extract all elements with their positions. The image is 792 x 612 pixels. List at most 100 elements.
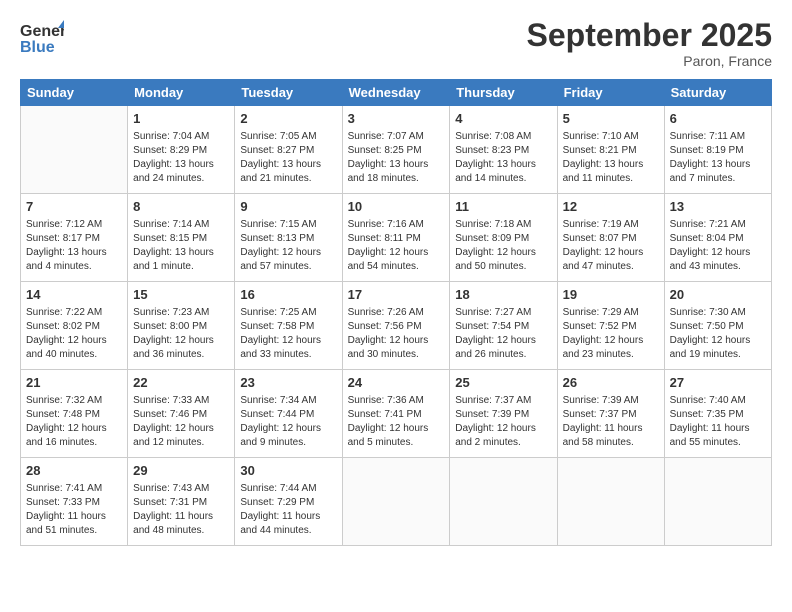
day-number: 27: [670, 374, 766, 392]
calendar-cell: 28 Sunrise: 7:41 AMSunset: 7:33 PMDayligh…: [21, 458, 128, 546]
calendar-cell: 15 Sunrise: 7:23 AMSunset: 8:00 PMDayligh…: [128, 282, 235, 370]
calendar-week-3: 14 Sunrise: 7:22 AMSunset: 8:02 PMDayligh…: [21, 282, 772, 370]
calendar-cell: 21 Sunrise: 7:32 AMSunset: 7:48 PMDayligh…: [21, 370, 128, 458]
day-number: 11: [455, 198, 551, 216]
header-tuesday: Tuesday: [235, 80, 342, 106]
day-number: 24: [348, 374, 445, 392]
day-number: 6: [670, 110, 766, 128]
day-info: Sunrise: 7:27 AMSunset: 7:54 PMDaylight:…: [455, 306, 551, 362]
month-title: September 2025: [527, 18, 772, 53]
calendar-cell: 6 Sunrise: 7:11 AMSunset: 8:19 PMDaylight…: [664, 106, 771, 194]
day-number: 7: [26, 198, 122, 216]
day-number: 23: [240, 374, 336, 392]
day-info: Sunrise: 7:41 AMSunset: 7:33 PMDaylight:…: [26, 482, 122, 538]
day-info: Sunrise: 7:04 AMSunset: 8:29 PMDaylight:…: [133, 130, 229, 186]
calendar-cell: 19 Sunrise: 7:29 AMSunset: 7:52 PMDayligh…: [557, 282, 664, 370]
calendar-week-2: 7 Sunrise: 7:12 AMSunset: 8:17 PMDaylight…: [21, 194, 772, 282]
day-number: 13: [670, 198, 766, 216]
header-monday: Monday: [128, 80, 235, 106]
calendar-cell: 20 Sunrise: 7:30 AMSunset: 7:50 PMDayligh…: [664, 282, 771, 370]
day-info: Sunrise: 7:25 AMSunset: 7:58 PMDaylight:…: [240, 306, 336, 362]
day-info: Sunrise: 7:19 AMSunset: 8:07 PMDaylight:…: [563, 218, 659, 274]
day-number: 17: [348, 286, 445, 304]
calendar-cell: 16Sunrise: 7:25 AMSunset: 7:58 PMDayligh…: [235, 282, 342, 370]
day-number: 12: [563, 198, 659, 216]
day-info: Sunrise: 7:37 AMSunset: 7:39 PMDaylight:…: [455, 394, 551, 450]
header: General Blue September 2025 Paron, Franc…: [20, 18, 772, 69]
day-info: Sunrise: 7:30 AMSunset: 7:50 PMDaylight:…: [670, 306, 766, 362]
calendar-table: Sunday Monday Tuesday Wednesday Thursday…: [20, 79, 772, 546]
weekday-header-row: Sunday Monday Tuesday Wednesday Thursday…: [21, 80, 772, 106]
day-info: Sunrise: 7:11 AMSunset: 8:19 PMDaylight:…: [670, 130, 766, 186]
calendar-cell: [557, 458, 664, 546]
calendar-cell: 1 Sunrise: 7:04 AMSunset: 8:29 PMDaylight…: [128, 106, 235, 194]
calendar-week-4: 21 Sunrise: 7:32 AMSunset: 7:48 PMDayligh…: [21, 370, 772, 458]
day-number: 2: [240, 110, 336, 128]
calendar-cell: 18 Sunrise: 7:27 AMSunset: 7:54 PMDayligh…: [450, 282, 557, 370]
day-info: Sunrise: 7:39 AMSunset: 7:37 PMDaylight:…: [563, 394, 659, 450]
day-info: Sunrise: 7:21 AMSunset: 8:04 PMDaylight:…: [670, 218, 766, 274]
day-info: Sunrise: 7:10 AMSunset: 8:21 PMDaylight:…: [563, 130, 659, 186]
day-number: 8: [133, 198, 229, 216]
calendar-cell: 5 Sunrise: 7:10 AMSunset: 8:21 PMDaylight…: [557, 106, 664, 194]
day-info: Sunrise: 7:08 AMSunset: 8:23 PMDaylight:…: [455, 130, 551, 186]
day-number: 28: [26, 462, 122, 480]
calendar-week-1: 1 Sunrise: 7:04 AMSunset: 8:29 PMDaylight…: [21, 106, 772, 194]
calendar-cell: 2 Sunrise: 7:05 AMSunset: 8:27 PMDaylight…: [235, 106, 342, 194]
day-info: Sunrise: 7:34 AMSunset: 7:44 PMDaylight:…: [240, 394, 336, 450]
day-info: Sunrise: 7:29 AMSunset: 7:52 PMDaylight:…: [563, 306, 659, 362]
day-number: 4: [455, 110, 551, 128]
day-number: 20: [670, 286, 766, 304]
day-info: Sunrise: 7:23 AMSunset: 8:00 PMDaylight:…: [133, 306, 229, 362]
header-thursday: Thursday: [450, 80, 557, 106]
day-number: 14: [26, 286, 122, 304]
day-number: 18: [455, 286, 551, 304]
calendar-cell: 3 Sunrise: 7:07 AMSunset: 8:25 PMDaylight…: [342, 106, 450, 194]
day-info: Sunrise: 7:40 AMSunset: 7:35 PMDaylight:…: [670, 394, 766, 450]
day-info: Sunrise: 7:36 AMSunset: 7:41 PMDaylight:…: [348, 394, 445, 450]
day-info: Sunrise: 7:22 AMSunset: 8:02 PMDaylight:…: [26, 306, 122, 362]
calendar-cell: [450, 458, 557, 546]
logo: General Blue: [20, 18, 64, 56]
day-number: 10: [348, 198, 445, 216]
svg-text:General: General: [20, 23, 64, 40]
day-info: Sunrise: 7:44 AMSunset: 7:29 PMDaylight:…: [240, 482, 336, 538]
day-info: Sunrise: 7:16 AMSunset: 8:11 PMDaylight:…: [348, 218, 445, 274]
day-number: 30: [240, 462, 336, 480]
header-wednesday: Wednesday: [342, 80, 450, 106]
day-info: Sunrise: 7:07 AMSunset: 8:25 PMDaylight:…: [348, 130, 445, 186]
header-friday: Friday: [557, 80, 664, 106]
day-number: 19: [563, 286, 659, 304]
calendar-cell: 14 Sunrise: 7:22 AMSunset: 8:02 PMDayligh…: [21, 282, 128, 370]
calendar-cell: 8Sunrise: 7:14 AMSunset: 8:15 PMDaylight…: [128, 194, 235, 282]
day-number: 1: [133, 110, 229, 128]
calendar-cell: 10 Sunrise: 7:16 AMSunset: 8:11 PMDayligh…: [342, 194, 450, 282]
calendar-cell: 12 Sunrise: 7:19 AMSunset: 8:07 PMDayligh…: [557, 194, 664, 282]
location: Paron, France: [527, 53, 772, 69]
day-info: Sunrise: 7:05 AMSunset: 8:27 PMDaylight:…: [240, 130, 336, 186]
day-number: 5: [563, 110, 659, 128]
calendar-cell: 7 Sunrise: 7:12 AMSunset: 8:17 PMDaylight…: [21, 194, 128, 282]
calendar-cell: 24 Sunrise: 7:36 AMSunset: 7:41 PMDayligh…: [342, 370, 450, 458]
day-number: 9: [240, 198, 336, 216]
calendar-week-5: 28 Sunrise: 7:41 AMSunset: 7:33 PMDayligh…: [21, 458, 772, 546]
day-number: 3: [348, 110, 445, 128]
day-number: 15: [133, 286, 229, 304]
header-sunday: Sunday: [21, 80, 128, 106]
day-info: Sunrise: 7:12 AMSunset: 8:17 PMDaylight:…: [26, 218, 122, 274]
calendar-cell: 4 Sunrise: 7:08 AMSunset: 8:23 PMDaylight…: [450, 106, 557, 194]
day-info: Sunrise: 7:32 AMSunset: 7:48 PMDaylight:…: [26, 394, 122, 450]
calendar-cell: 22Sunrise: 7:33 AMSunset: 7:46 PMDayligh…: [128, 370, 235, 458]
calendar-cell: 11Sunrise: 7:18 AMSunset: 8:09 PMDayligh…: [450, 194, 557, 282]
logo-svg: General Blue: [20, 18, 64, 56]
calendar-cell: 25Sunrise: 7:37 AMSunset: 7:39 PMDayligh…: [450, 370, 557, 458]
calendar-cell: 30 Sunrise: 7:44 AMSunset: 7:29 PMDayligh…: [235, 458, 342, 546]
day-number: 21: [26, 374, 122, 392]
calendar-cell: [664, 458, 771, 546]
calendar-cell: [342, 458, 450, 546]
page: General Blue September 2025 Paron, Franc…: [0, 0, 792, 612]
svg-text:Blue: Blue: [20, 39, 55, 56]
calendar-cell: 27 Sunrise: 7:40 AMSunset: 7:35 PMDayligh…: [664, 370, 771, 458]
calendar-cell: 23 Sunrise: 7:34 AMSunset: 7:44 PMDayligh…: [235, 370, 342, 458]
title-area: September 2025 Paron, France: [527, 18, 772, 69]
